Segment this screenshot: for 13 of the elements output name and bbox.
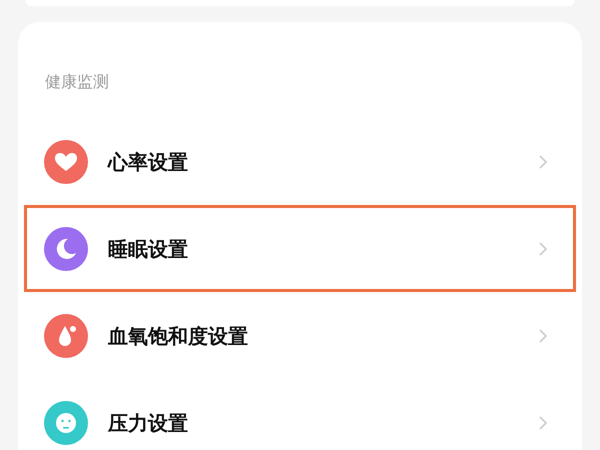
row-label: 压力设置 (108, 410, 188, 436)
chevron-icon (538, 154, 548, 170)
chevron-icon (538, 240, 548, 256)
settings-row[interactable]: 心率设置 (24, 118, 576, 205)
row-label: 睡眠设置 (108, 236, 188, 262)
row-label: 心率设置 (108, 148, 188, 174)
settings-row[interactable]: 压力设置 (24, 379, 576, 450)
chevron-icon (538, 328, 548, 344)
settings-row[interactable]: 血氧饱和度设置 (24, 292, 576, 379)
chevron-icon (538, 414, 548, 430)
section-title: 健康监测 (45, 72, 109, 92)
row-label: 血氧饱和度设置 (108, 322, 248, 348)
settings-row[interactable]: 睡眠设置 (24, 205, 576, 292)
